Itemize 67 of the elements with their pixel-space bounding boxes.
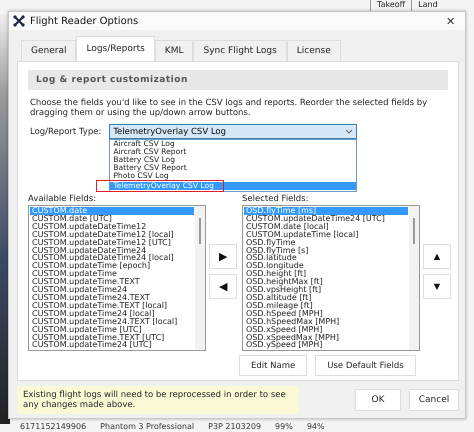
section-header: Log & report customization — [28, 70, 448, 90]
list-item[interactable]: OSD.xSpeed [MPH] — [244, 326, 408, 334]
list-item[interactable]: OSD.ySpeed [MPH] — [244, 341, 408, 350]
table-cell: 6171152149906 — [20, 422, 86, 431]
description-text: Choose the fields you'd like to see in the CSV logs and reports. Reorder the selected fields by dragging them or using the up/down arrow buttons. — [30, 98, 428, 118]
list-item[interactable]: CUSTOM.updateTime.TEXT [local] — [30, 302, 194, 310]
reorder-button[interactable]: ▼ — [423, 274, 451, 299]
scrollbar[interactable] — [409, 206, 419, 350]
list-item[interactable]: OSD.flyTime [s] — [244, 246, 408, 254]
field-button[interactable]: Use Default Fields — [315, 355, 416, 376]
list-item[interactable]: CUSTOM.updateTime24.TEXT [local] — [30, 318, 194, 326]
tab[interactable]: General — [21, 40, 76, 61]
log-type-dropdown[interactable]: TelemetryOverlay CSV Log — [109, 124, 358, 139]
move-button[interactable]: ▶ — [209, 244, 237, 269]
list-item[interactable]: CUSTOM.updateTime24 [UTC] — [30, 341, 194, 350]
list-item[interactable]: OSD.mileage [ft] — [244, 302, 408, 310]
list-item[interactable]: OSD.hSpeed [MPH] — [244, 310, 408, 318]
list-label: Available Fields: — [28, 194, 98, 204]
table-cell: 94% — [306, 422, 325, 431]
field-label: Log/Report Type: — [30, 126, 102, 136]
tab[interactable]: Sync Flight Logs — [193, 40, 287, 61]
list-item[interactable]: CUSTOM.updateDateTime12 [local] — [30, 230, 194, 239]
list-item[interactable]: CUSTOM.updateTime24 — [30, 286, 194, 294]
tab[interactable]: Logs/Reports — [76, 36, 155, 62]
list-item[interactable]: OSD.vpsHeight [ft] — [244, 286, 408, 294]
field-button[interactable]: Edit Name — [239, 355, 308, 376]
table-cell: Phantom 3 Professional — [100, 422, 194, 431]
tab[interactable]: KML — [154, 40, 194, 61]
move-button[interactable]: ◀ — [209, 274, 237, 299]
table-cell: 99% — [275, 422, 293, 431]
list-item[interactable]: OSD.hSpeedMax [MPH] — [244, 318, 408, 326]
list-item[interactable]: CUSTOM.date [local] — [244, 222, 408, 231]
list-item[interactable]: CUSTOM.updateTime [local] — [244, 230, 408, 239]
list-item[interactable]: CUSTOM.updateTime [UTC] — [30, 326, 194, 334]
list-item[interactable]: OSD.heightMax [ft] — [244, 278, 408, 286]
list-item[interactable]: CUSTOM.updateDateTime24 — [30, 246, 194, 254]
list-item[interactable]: CUSTOM.date [UTC] — [30, 214, 194, 223]
list-item[interactable]: CUSTOM.updateDateTime12 [UTC] — [30, 238, 194, 247]
list-label: Selected Fields: — [242, 194, 310, 204]
list-item[interactable]: OSD.xSpeedMax [MPH] — [244, 334, 408, 342]
close-button[interactable]: ✕ — [442, 14, 459, 28]
dialog-button[interactable]: OK — [355, 389, 401, 411]
list-item[interactable]: CUSTOM.updateDateTime12 — [30, 222, 194, 231]
list-item[interactable]: CUSTOM.updateTime — [30, 270, 194, 278]
list-item[interactable]: OSD.longitude — [244, 262, 408, 270]
list-item[interactable]: OSD.latitude — [244, 254, 408, 262]
list-item[interactable]: CUSTOM.updateTime.TEXT — [30, 278, 194, 286]
window-title: Flight Reader Options — [30, 16, 140, 26]
list-item[interactable]: OSD.flyTime — [244, 238, 408, 247]
dialog-button[interactable]: Cancel — [409, 389, 459, 411]
chevron-down-icon — [345, 129, 354, 134]
list-item[interactable]: CUSTOM.updateTime.TEXT [UTC] — [30, 334, 194, 342]
reorder-button[interactable]: ▲ — [423, 244, 451, 269]
list-item[interactable]: CUSTOM.updateTime24 [local] — [30, 310, 194, 318]
list-item[interactable]: OSD.height [ft] — [244, 270, 408, 278]
field-list[interactable] — [28, 205, 206, 351]
list-item[interactable]: OSD.altitude [ft] — [244, 294, 408, 302]
tab[interactable]: License — [286, 40, 341, 61]
notice-message: Existing flight logs will need to be reprocessed in order to see any changes made above. — [17, 386, 299, 414]
scrollbar[interactable] — [195, 206, 205, 350]
list-item[interactable]: CUSTOM.updateTime24.TEXT — [30, 294, 194, 302]
list-item[interactable]: CUSTOM.updateDateTime24 [UTC] — [244, 214, 408, 223]
list-item[interactable]: CUSTOM.updateDateTime24 [local] — [30, 254, 194, 262]
list-item[interactable]: CUSTOM.updateTime [epoch] — [30, 262, 194, 270]
field-list[interactable] — [242, 205, 420, 351]
drone-icon — [13, 15, 25, 27]
table-cell: P3P 2103209 — [208, 422, 262, 431]
